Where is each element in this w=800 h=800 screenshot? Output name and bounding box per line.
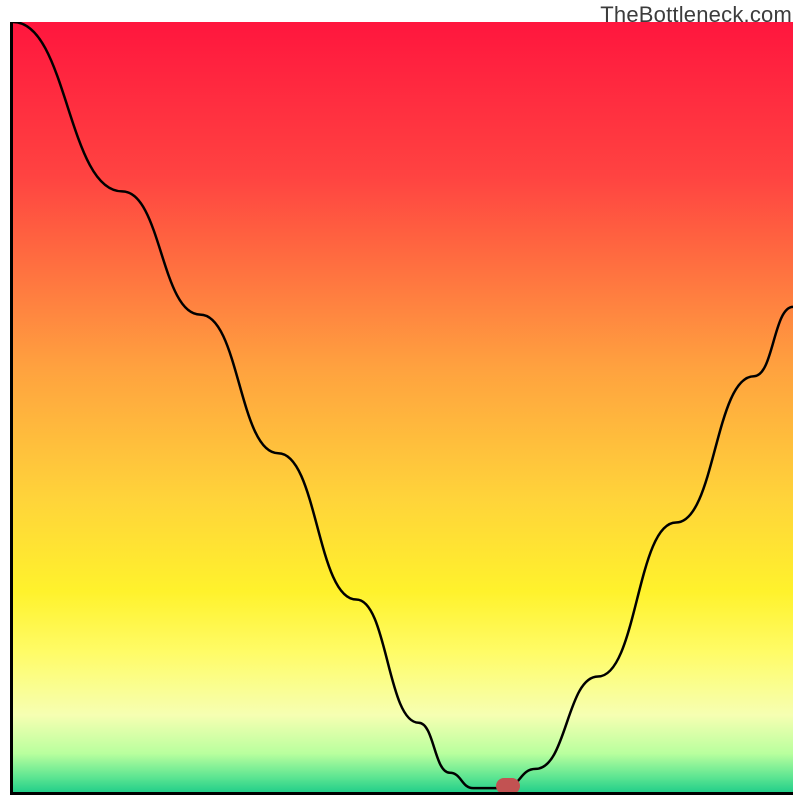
chart-plot-area	[10, 22, 793, 795]
chart-curve	[13, 22, 793, 792]
chart-minimum-marker	[496, 778, 520, 794]
